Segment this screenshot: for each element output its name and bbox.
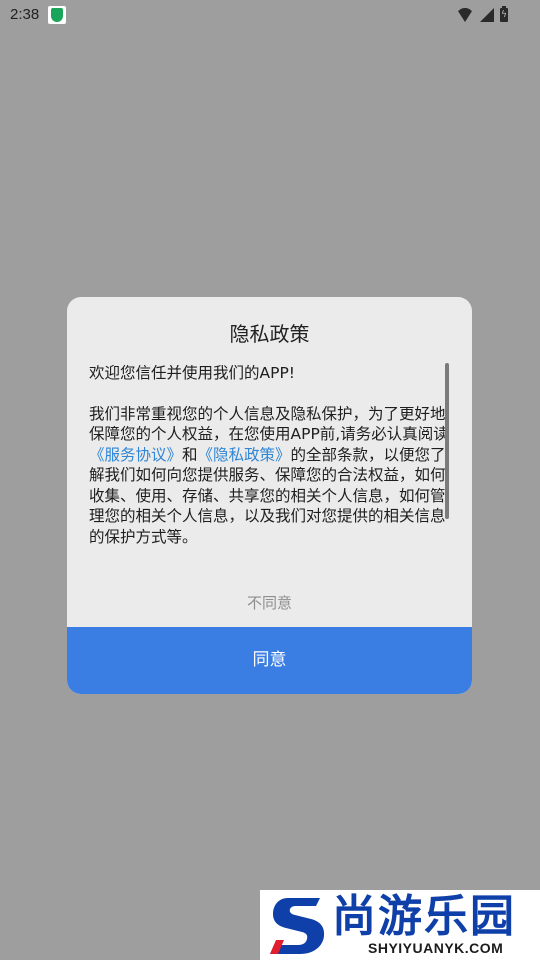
wifi-icon bbox=[456, 8, 474, 22]
signal-icon bbox=[480, 8, 494, 22]
app-shield-icon bbox=[48, 6, 66, 24]
policy-paragraph: 我们非常重视您的个人信息及隐私保护，为了更好地保障您的个人权益，在您使用APP前… bbox=[89, 404, 451, 548]
watermark-name: 尚游乐园 bbox=[332, 891, 516, 942]
dialog-content[interactable]: 欢迎您信任并使用我们的APP! 我们非常重视您的个人信息及隐私保护，为了更好地保… bbox=[89, 363, 451, 548]
privacy-dialog: 隐私政策 欢迎您信任并使用我们的APP! 我们非常重视您的个人信息及隐私保护，为… bbox=[67, 297, 472, 694]
watermark-logo-icon bbox=[270, 898, 325, 954]
privacy-policy-link[interactable]: 《隐私政策》 bbox=[198, 446, 291, 464]
status-bar: 2:38 ϟ bbox=[0, 0, 540, 30]
intro-text: 欢迎您信任并使用我们的APP! bbox=[89, 364, 296, 382]
agree-button[interactable]: 同意 bbox=[67, 627, 472, 694]
policy-text-part1: 我们非常重视您的个人信息及隐私保护，为了更好地保障您的个人权益，在您使用APP前… bbox=[89, 404, 449, 444]
content-scrollbar[interactable] bbox=[445, 363, 449, 519]
decline-button[interactable]: 不同意 bbox=[67, 587, 472, 619]
watermark-url: SHYIYUANYK.COM bbox=[368, 940, 504, 956]
status-icons: ϟ bbox=[456, 6, 508, 24]
battery-icon: ϟ bbox=[500, 6, 508, 22]
service-agreement-link[interactable]: 《服务协议》 bbox=[89, 446, 182, 464]
and-text: 和 bbox=[182, 445, 198, 464]
status-time: 2:38 bbox=[10, 6, 40, 23]
dialog-title: 隐私政策 bbox=[229, 322, 310, 346]
watermark: 尚游乐园 SHYIYUANYK.COM bbox=[260, 890, 540, 960]
